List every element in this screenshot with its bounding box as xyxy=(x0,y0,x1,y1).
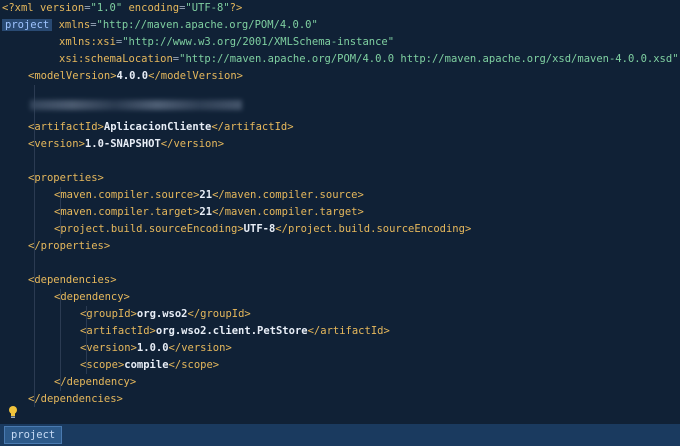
source-encoding-open-tag: project.build.sourceEncoding xyxy=(60,223,238,235)
schema-location-value: "http://maven.apache.org/POM/4.0.0 http:… xyxy=(179,53,679,65)
artifact-id-value: AplicacionCliente xyxy=(103,121,212,133)
artifact-id-open-tag: artifactId xyxy=(34,121,98,133)
version-open-tag: version xyxy=(34,138,79,150)
code-line-dependencies-open: <dependencies> xyxy=(28,274,117,286)
code-editor[interactable]: <?xml version="1.0" encoding="UTF-8"?> p… xyxy=(0,0,680,424)
version-value: 1.0-SNAPSHOT xyxy=(84,138,161,150)
schema-location-attr: xsi:schemaLocation xyxy=(59,53,173,65)
xml-decl-encoding-value: "UTF-8" xyxy=(185,2,230,14)
xmlns-xsi-value: "http://www.w3.org/2001/XMLSchema-instan… xyxy=(122,36,395,48)
dependencies-close-tag: dependencies xyxy=(40,393,117,405)
scope-close-tag: scope xyxy=(181,359,213,371)
dep-artifact-id-open-tag: artifactId xyxy=(86,325,150,337)
code-line-properties-open: <properties> xyxy=(28,172,104,184)
xml-decl-version-attr: version xyxy=(39,2,85,14)
version-close-tag: version xyxy=(173,138,218,150)
redacted-line xyxy=(30,100,242,110)
code-line-xmlns-xsi: xmlns:xsi="http://www.w3.org/2001/XMLSch… xyxy=(59,36,395,48)
code-line-source-encoding: <project.build.sourceEncoding>UTF-8</pro… xyxy=(54,223,472,235)
code-line-dependency-close: </dependency> xyxy=(54,376,137,388)
dep-version-open-tag: version xyxy=(86,342,131,354)
group-id-close-tag: groupId xyxy=(200,308,245,320)
code-line-group-id: <groupId>org.wso2</groupId> xyxy=(80,308,251,320)
xml-decl-version-value: "1.0" xyxy=(90,2,123,14)
model-version-close-tag: modelVersion xyxy=(160,70,237,82)
xmlns-value: "http://maven.apache.org/POM/4.0.0" xyxy=(96,19,318,31)
dep-artifact-id-value: org.wso2.client.PetStore xyxy=(155,325,308,337)
properties-close-tag: properties xyxy=(40,240,104,252)
code-line-model-version: <modelVersion>4.0.0</modelVersion> xyxy=(28,70,243,82)
compiler-target-open-tag: maven.compiler.target xyxy=(60,206,194,218)
code-line-version: <version>1.0-SNAPSHOT</version> xyxy=(28,138,225,150)
group-id-open-tag: groupId xyxy=(86,308,131,320)
compiler-target-close-tag: maven.compiler.target xyxy=(224,206,358,218)
xmlns-attr: xmlns xyxy=(58,19,91,31)
xmlns-xsi-attr: xmlns:xsi xyxy=(59,36,116,48)
xml-decl-open: <? xyxy=(2,2,15,14)
dependency-close-tag: dependency xyxy=(66,376,130,388)
code-line-dependency-open: <dependency> xyxy=(54,291,130,303)
compiler-source-open-tag: maven.compiler.source xyxy=(60,189,194,201)
compiler-source-value: 21 xyxy=(199,189,213,201)
code-line-scope: <scope>compile</scope> xyxy=(80,359,220,371)
dep-artifact-id-close-tag: artifactId xyxy=(320,325,384,337)
code-line-xml-declaration: <?xml version="1.0" encoding="UTF-8"?> xyxy=(2,2,243,14)
code-line-compiler-source: <maven.compiler.source>21</maven.compile… xyxy=(54,189,364,201)
breadcrumb-item-project[interactable]: project xyxy=(4,426,63,444)
dependencies-open-tag: dependencies xyxy=(34,274,111,286)
properties-open-tag: properties xyxy=(34,172,98,184)
compiler-source-close-tag: maven.compiler.source xyxy=(224,189,358,201)
xml-decl-name: xml xyxy=(14,2,34,14)
code-line-dep-version: <version>1.0.0</version> xyxy=(80,342,232,354)
compiler-target-value: 21 xyxy=(199,206,213,218)
artifact-id-close-tag: artifactId xyxy=(224,121,288,133)
source-encoding-close-tag: project.build.sourceEncoding xyxy=(287,223,465,235)
scope-open-tag: scope xyxy=(86,359,118,371)
code-line-schema-location: xsi:schemaLocation="http://maven.apache.… xyxy=(59,53,679,65)
code-line-dep-artifact-id: <artifactId>org.wso2.client.PetStore</ar… xyxy=(80,325,390,337)
dep-version-value: 1.0.0 xyxy=(136,342,169,354)
xml-decl-encoding-attr: encoding xyxy=(128,2,180,14)
breadcrumb-bar: project xyxy=(0,424,680,446)
lightbulb-icon[interactable] xyxy=(8,405,18,419)
xml-decl-close: ?> xyxy=(229,2,243,14)
dependency-open-tag: dependency xyxy=(60,291,124,303)
source-encoding-value: UTF-8 xyxy=(243,223,276,235)
code-line-properties-close: </properties> xyxy=(28,240,111,252)
model-version-value: 4.0.0 xyxy=(116,70,149,82)
model-version-open-tag: modelVersion xyxy=(34,70,111,82)
code-line-compiler-target: <maven.compiler.target>21</maven.compile… xyxy=(54,206,364,218)
dep-version-close-tag: version xyxy=(181,342,226,354)
project-tag-highlight[interactable]: project xyxy=(2,19,53,31)
code-line-project-open: project xmlns="http://maven.apache.org/P… xyxy=(2,17,318,34)
code-line-artifact-id: <artifactId>AplicacionCliente</artifactI… xyxy=(28,121,294,133)
code-line-dependencies-close: </dependencies> xyxy=(28,393,123,405)
scope-value: compile xyxy=(124,359,169,371)
group-id-value: org.wso2 xyxy=(136,308,188,320)
